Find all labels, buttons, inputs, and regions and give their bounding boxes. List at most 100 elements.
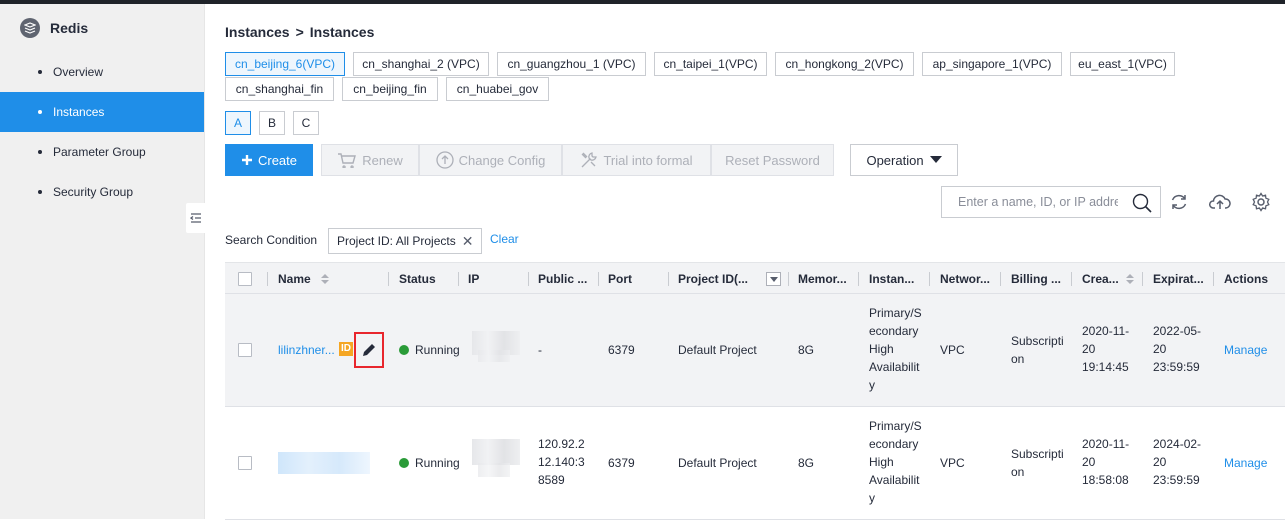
column-header-network[interactable]: Networ... [940, 263, 990, 294]
instance-type: Primary/S econdary High Availabilit y [869, 306, 922, 392]
search-icon[interactable] [1132, 193, 1152, 213]
select-all-checkbox[interactable] [238, 272, 252, 286]
billing-mode: Subscripti on [1011, 334, 1064, 366]
sidebar-item-instances[interactable]: Instances [0, 92, 204, 132]
column-header-project-id[interactable]: Project ID(... [678, 263, 748, 294]
project-id: Default Project [678, 456, 757, 470]
expiration-time: 2022-05- 20 23:59:59 [1153, 324, 1202, 374]
clear-filters-link[interactable]: Clear [490, 232, 519, 246]
manage-link[interactable]: Manage [1224, 341, 1267, 359]
edit-name-button[interactable] [354, 332, 384, 368]
sidebar-item-security-group[interactable]: Security Group [0, 172, 204, 212]
sort-icon[interactable] [320, 273, 330, 285]
table-row: lilinzhner... ID Running - 6379 Default … [225, 294, 1285, 407]
redacted-instance-name[interactable] [278, 452, 370, 474]
project-id: Default Project [678, 343, 757, 357]
region-chip[interactable]: cn_taipei_1(VPC) [654, 52, 767, 76]
create-button[interactable]: Create [225, 144, 313, 176]
cloud-export-icon[interactable] [1208, 190, 1232, 214]
expiration-time: 2024-02- 20 23:59:59 [1153, 437, 1202, 487]
region-chip[interactable]: cn_shanghai_fin [225, 77, 334, 101]
public-ip: - [538, 343, 542, 357]
sidebar-item-parameter-group[interactable]: Parameter Group [0, 132, 204, 172]
column-header-expiration[interactable]: Expirat... [1153, 263, 1204, 294]
sidebar-item-label: Instances [53, 105, 105, 119]
search-input[interactable] [958, 195, 1118, 209]
renew-button[interactable]: Renew [321, 144, 419, 176]
bullet-icon [38, 70, 42, 74]
status-running: Running [399, 454, 460, 472]
search-box [941, 186, 1161, 218]
instance-type: Primary/S econdary High Availabilit y [869, 419, 922, 505]
id-badge: ID [339, 342, 353, 356]
caret-down-icon [929, 156, 942, 163]
row-checkbox[interactable] [238, 343, 252, 357]
region-chip[interactable]: cn_hongkong_2(VPC) [775, 52, 914, 76]
redacted-ip [472, 439, 520, 465]
column-header-memory[interactable]: Memor... [798, 263, 847, 294]
column-header-actions: Actions [1224, 271, 1269, 286]
main-content: Instances > Instances cn_beijing_6(VPC) cn… [205, 4, 1285, 520]
collapse-sidebar-icon[interactable] [186, 203, 206, 233]
refresh-icon[interactable] [1167, 190, 1191, 214]
zone-chip-c[interactable]: C [293, 111, 319, 135]
sort-icon[interactable] [1125, 273, 1135, 285]
region-chip[interactable]: eu_east_1(VPC) [1070, 52, 1175, 76]
region-chip[interactable]: ap_singapore_1(VPC) [922, 52, 1062, 76]
instance-name-link[interactable]: lilinzhner... [278, 341, 335, 359]
column-header-created[interactable]: Crea... [1082, 263, 1135, 294]
breadcrumb-current: Instances [309, 24, 375, 40]
breadcrumb-separator: > [295, 24, 304, 40]
bullet-icon [38, 150, 42, 154]
trial-into-formal-button[interactable]: Trial into formal [562, 144, 711, 176]
column-header-public-ip[interactable]: Public ... [538, 263, 587, 294]
memory: 8G [798, 456, 815, 470]
row-checkbox[interactable] [238, 456, 252, 470]
status-running: Running [399, 341, 460, 359]
created-time: 2020-11- 20 18:58:08 [1082, 437, 1130, 487]
network-type: VPC [940, 343, 965, 357]
zone-chip-b[interactable]: B [259, 111, 285, 135]
column-header-ip[interactable]: IP [468, 263, 479, 294]
plus-icon [241, 155, 252, 165]
region-chip[interactable]: cn_shanghai_2 (VPC) [353, 52, 489, 76]
column-header-status[interactable]: Status [399, 263, 436, 294]
redis-logo-icon [20, 18, 40, 38]
table-header: Name Status IP Public ... Port Project I… [225, 262, 1285, 294]
gear-icon[interactable] [1249, 190, 1273, 214]
region-chip[interactable]: cn_huabei_gov [446, 77, 549, 101]
created-time: 2020-11- 20 19:14:45 [1082, 324, 1130, 374]
region-chip[interactable]: cn_beijing_6(VPC) [225, 52, 345, 76]
column-header-name[interactable]: Name [278, 263, 338, 294]
filter-dropdown-icon[interactable] [766, 272, 781, 286]
breadcrumb-parent[interactable]: Instances [225, 24, 290, 40]
bullet-icon [38, 190, 42, 194]
region-chip[interactable]: cn_guangzhou_1 (VPC) [497, 52, 646, 76]
zone-chip-a[interactable]: A [225, 111, 251, 135]
status-dot-icon [399, 458, 409, 468]
column-header-instance-type[interactable]: Instan... [869, 263, 914, 294]
column-header-port[interactable]: Port [608, 263, 632, 294]
public-ip: 120.92.2 12.140:3 8589 [538, 437, 585, 487]
sidebar-item-overview[interactable]: Overview [0, 52, 204, 92]
pencil-icon [363, 344, 375, 356]
manage-link[interactable]: Manage [1224, 454, 1267, 472]
filter-tag: Project ID: All Projects ✕ [328, 228, 483, 254]
column-header-billing[interactable]: Billing ... [1011, 263, 1061, 294]
change-config-button[interactable]: Change Config [419, 144, 562, 176]
filter-tag-label: Project ID: All Projects [337, 234, 456, 248]
sidebar-title-label: Redis [50, 20, 89, 36]
tools-icon [581, 152, 598, 168]
remove-filter-icon[interactable]: ✕ [462, 233, 474, 250]
sidebar: Redis Overview Instances Parameter Group Se… [0, 4, 206, 519]
status-dot-icon [399, 345, 409, 355]
table-row: Running 120.92.2 12.140:3 8589 6379 Defaul… [225, 407, 1285, 520]
region-chip[interactable]: cn_beijing_fin [342, 77, 438, 101]
billing-mode: Subscripti on [1011, 447, 1064, 479]
memory: 8G [798, 343, 815, 357]
operation-dropdown[interactable]: Operation [850, 144, 958, 176]
upgrade-icon [435, 151, 454, 169]
instances-table: Name Status IP Public ... Port Project I… [225, 262, 1285, 520]
reset-password-button[interactable]: Reset Password [711, 144, 834, 176]
sidebar-item-label: Overview [53, 65, 104, 79]
